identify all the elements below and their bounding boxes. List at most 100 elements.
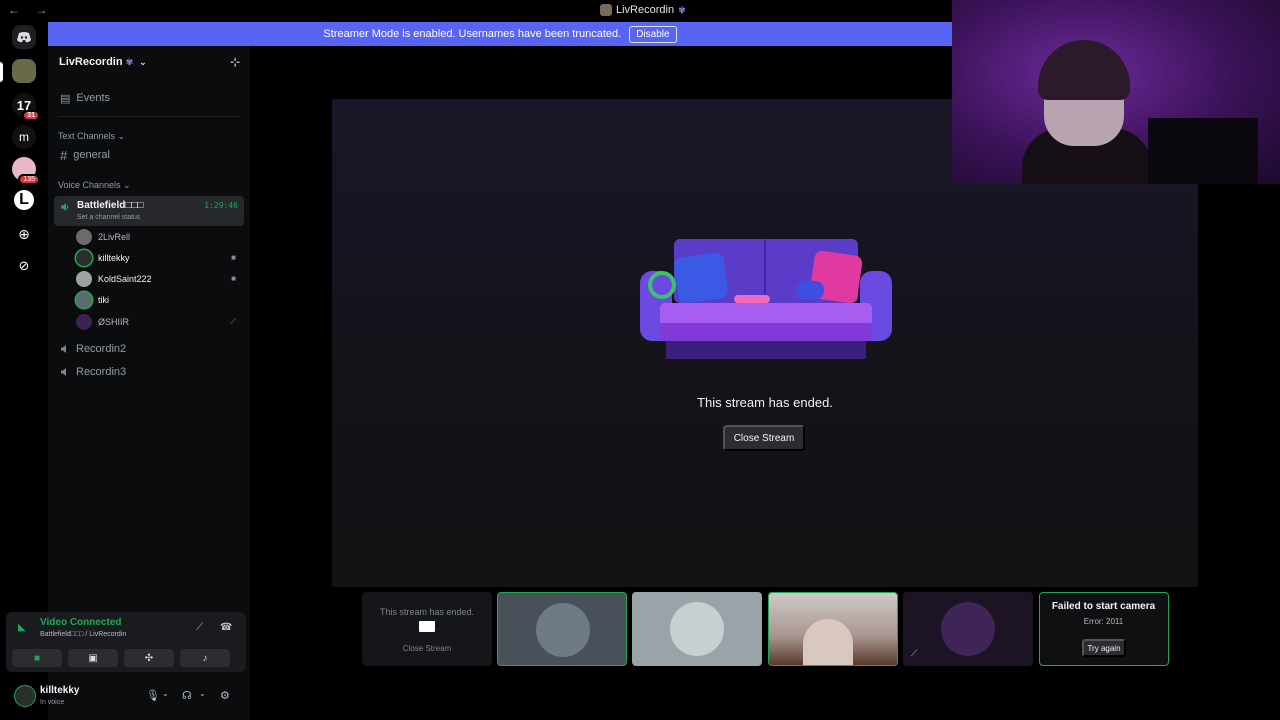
close-stream-button[interactable]: Close Stream — [723, 425, 805, 451]
window-title: LivRecordin ✾ — [600, 4, 686, 16]
voice-channel-recordin2[interactable]: Recordin2 — [54, 338, 244, 360]
compass-icon[interactable]: ⊘ — [12, 254, 36, 278]
speaker-icon — [61, 368, 66, 376]
camera-icon: ■ — [33, 652, 41, 664]
participant-tile[interactable]: ⟋ — [903, 592, 1033, 666]
stream-ended-message: This stream has ended. — [697, 395, 833, 410]
voice-member[interactable]: tiki — [76, 291, 244, 309]
server-header[interactable]: LivRecordin ✾ ⌄ ⊹ — [48, 46, 250, 78]
channel-status[interactable]: Set a channel status — [77, 214, 140, 221]
user-avatar[interactable] — [14, 685, 36, 707]
call-timer: 1:29:46 — [204, 201, 238, 210]
server-icon-1[interactable] — [12, 59, 36, 83]
disable-streamer-mode-button[interactable]: Disable — [629, 25, 677, 43]
participant-tile[interactable] — [632, 592, 762, 666]
soundboard-button[interactable]: ♪ — [180, 649, 230, 667]
headphones-icon[interactable]: ☊ — [182, 689, 192, 702]
camera-error-title: Failed to start camera — [1051, 601, 1156, 612]
avatar — [941, 602, 995, 656]
banner-text: Streamer Mode is enabled. Usernames have… — [323, 28, 622, 40]
invite-icon[interactable]: ⊹ — [230, 55, 240, 69]
chevron-down-icon[interactable]: ⌄ — [162, 689, 169, 698]
active-voice-channel[interactable]: Battlefield□□□ Set a channel status 1:29… — [54, 196, 244, 226]
camera-icon: ■ — [231, 253, 236, 262]
webcam-person-hair — [1038, 40, 1130, 100]
add-server-icon[interactable]: ⊕ — [12, 222, 36, 246]
voice-connection-panel: ◣ Video Connected Battlefield□□□ / LivRe… — [6, 612, 246, 672]
tile-close-stream[interactable]: Close Stream — [362, 644, 492, 653]
server-17-icon[interactable]: 17 31 — [12, 93, 40, 121]
screen-share-icon: ▣ — [88, 652, 98, 664]
calendar-icon: ▤ — [60, 92, 71, 105]
server-name: LivRecordin — [59, 56, 123, 68]
try-again-button[interactable]: Try again — [1082, 639, 1126, 657]
channel-general[interactable]: # general — [54, 144, 244, 166]
voice-status-title: Video Connected — [40, 617, 122, 628]
mic-muted-icon: ⟋ — [230, 317, 236, 326]
active-server-pill — [0, 62, 3, 82]
voice-member[interactable]: ØSHIIR ⟋ — [76, 313, 244, 331]
voice-channels-category[interactable]: Voice Channels ⌄ — [58, 180, 131, 191]
server-pink-icon[interactable]: 135 — [12, 157, 40, 185]
username[interactable]: killtekky — [40, 685, 79, 696]
user-panel: killtekky In voice 🎙︎ ⌄ ☊ ⌄ ⚙ — [6, 678, 246, 714]
screen-share-button[interactable]: ▣ — [68, 649, 118, 667]
avatar — [76, 292, 92, 308]
activities-button[interactable]: ✣ — [124, 649, 174, 667]
settings-gear-icon[interactable]: ⚙ — [220, 689, 230, 702]
divider — [58, 116, 240, 117]
channel-label: Recordin3 — [76, 366, 127, 378]
camera-error-tile: Failed to start camera Error: 2011 Try a… — [1039, 592, 1169, 666]
server-L-icon[interactable]: L — [12, 188, 36, 212]
text-channels-category[interactable]: Text Channels ⌄ — [58, 131, 125, 142]
avatar — [670, 602, 724, 656]
nav-arrows[interactable]: ← → — [8, 3, 53, 17]
member-name: tiki — [98, 295, 109, 305]
server-m-icon[interactable]: m — [12, 125, 36, 149]
streamer-mode-banner: Streamer Mode is enabled. Usernames have… — [48, 22, 952, 46]
hash-icon: # — [60, 147, 68, 163]
camera-button[interactable]: ■ — [12, 649, 62, 667]
mic-muted-icon: ⟋ — [911, 648, 918, 658]
tile-ended-message: This stream has ended. — [379, 607, 475, 617]
voice-member[interactable]: killtekky ■ — [76, 249, 244, 267]
microphone-icon[interactable]: 🎙︎ — [146, 689, 160, 702]
chevron-down-icon[interactable]: ⌄ — [199, 689, 206, 698]
category-label: Text Channels — [58, 131, 116, 141]
user-status: In voice — [40, 699, 65, 706]
stream-tile-ended[interactable]: This stream has ended. Close Stream — [362, 592, 492, 666]
activities-icon: ✣ — [144, 652, 154, 664]
couch-illustration — [640, 239, 892, 359]
voice-member[interactable]: 2LivRell — [76, 228, 244, 246]
chevron-down-icon: ⌄ — [139, 56, 147, 67]
signal-icon[interactable]: ◣ — [18, 622, 26, 633]
server-icon — [600, 4, 612, 16]
monitor-icon — [419, 621, 435, 632]
avatar — [76, 271, 92, 287]
server-m-label: m — [19, 130, 29, 144]
category-label: Voice Channels — [58, 180, 121, 190]
avatar — [76, 250, 92, 266]
member-name: ØSHIIR — [98, 317, 130, 327]
mention-badge: 31 — [22, 110, 40, 121]
webcam-background-monitor — [1148, 118, 1258, 184]
emoji-icon: ✾ — [125, 56, 134, 67]
avatar — [536, 603, 590, 657]
webcam-feed — [803, 619, 853, 665]
disconnect-icon[interactable]: ☎ — [220, 622, 232, 633]
voice-channel-recordin3[interactable]: Recordin3 — [54, 361, 244, 383]
camera-icon: ■ — [231, 274, 236, 283]
channel-label: Recordin2 — [76, 343, 127, 355]
noise-suppression-icon[interactable]: ⟋ — [196, 622, 203, 633]
participant-video-tile[interactable] — [768, 592, 898, 666]
voice-status-subtitle[interactable]: Battlefield□□□ / LivRecordin — [40, 631, 126, 638]
webcam-overlay — [952, 0, 1280, 184]
participant-tile[interactable] — [497, 592, 627, 666]
discord-home-icon[interactable] — [12, 25, 36, 49]
events-item[interactable]: ▤ Events — [54, 87, 244, 109]
voice-member[interactable]: KoldSaint222 ■ — [76, 270, 244, 288]
member-name: KoldSaint222 — [98, 274, 152, 284]
speaker-icon — [61, 203, 69, 211]
camera-error-code: Error: 2011 — [1083, 617, 1124, 626]
soundboard-icon: ♪ — [202, 652, 208, 664]
